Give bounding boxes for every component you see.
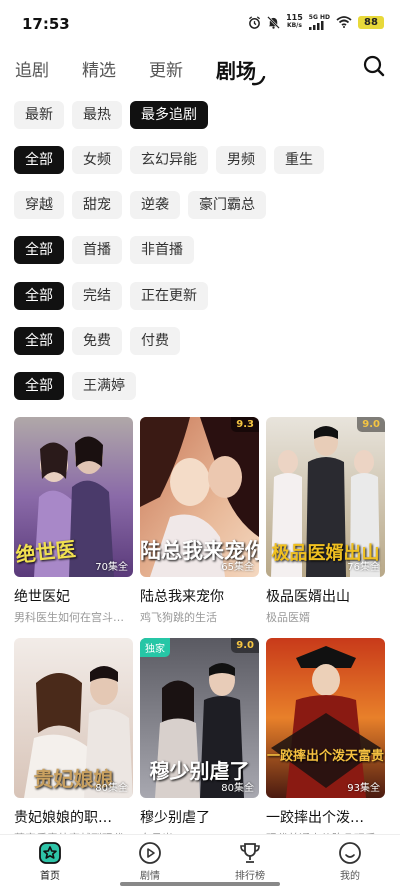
rating-badge: 9.3 — [231, 417, 259, 432]
profile-icon — [339, 842, 361, 864]
genre-all-chip[interactable]: 全部 — [14, 146, 64, 174]
search-icon — [363, 55, 385, 77]
genre-filter-row-2: 穿越 甜宠 逆袭 豪门霸总 — [14, 191, 266, 219]
drama-card[interactable]: 极品医婿出山 9.0 76集全 极品医婿出山 极品医婿 — [266, 417, 385, 625]
tab-theater[interactable]: 剧场 — [216, 58, 266, 86]
drama-subtitle: 男科医生如何在宫斗中… — [14, 611, 133, 624]
nav-home-label: 首页 — [40, 871, 60, 882]
premiere-first-chip[interactable]: 首播 — [72, 236, 122, 264]
poster-art — [266, 638, 385, 798]
drama-poster[interactable]: 穆少别虐了 独家 9.0 80集全 — [140, 638, 259, 798]
net-speed-unit: KB/s — [286, 22, 302, 29]
pay-free-chip[interactable]: 免费 — [72, 327, 122, 355]
active-tab-indicator — [252, 76, 266, 86]
poster-title: 一跤摔出个泼天富贵 — [266, 749, 384, 764]
home-indicator[interactable] — [120, 882, 280, 886]
genre-male-chip[interactable]: 男频 — [216, 146, 266, 174]
drama-subtitle: 极品医婿 — [266, 611, 310, 624]
nav-home[interactable]: 首页 — [0, 835, 100, 889]
genre-female-chip[interactable]: 女频 — [72, 146, 122, 174]
premiere-filter-row: 全部 首播 非首播 — [14, 236, 194, 264]
drama-poster[interactable]: 绝世医 70集全 — [14, 417, 133, 577]
drama-card[interactable]: 一跤摔出个泼天富贵 93集全 一跤摔出个泼… 现代普通小伙陈凡玩手 — [266, 638, 385, 846]
drama-title: 贵妃娘娘的职… — [14, 810, 112, 826]
premiere-non-first-chip[interactable]: 非首播 — [130, 236, 194, 264]
status-all-chip[interactable]: 全部 — [14, 282, 64, 310]
nav-mine[interactable]: 我的 — [300, 835, 400, 889]
nav-mine-label: 我的 — [340, 871, 360, 882]
sort-hottest-chip[interactable]: 最热 — [72, 101, 122, 129]
drama-title: 一跤摔出个泼… — [266, 810, 364, 826]
net-speed-value: 115 — [286, 13, 303, 22]
status-bar: 17:53 115 KB/s 5G HD 88 — [0, 0, 400, 46]
episode-count: 70集全 — [95, 562, 128, 573]
search-button[interactable] — [362, 54, 386, 78]
genre-rebirth-chip[interactable]: 重生 — [274, 146, 324, 174]
actor-all-chip[interactable]: 全部 — [14, 372, 64, 400]
genre-sweet-chip[interactable]: 甜宠 — [72, 191, 122, 219]
drama-title: 穆少别虐了 — [140, 810, 210, 826]
drama-subtitle: 鸡飞狗跳的生活 — [140, 611, 217, 624]
drama-card[interactable]: 穆少别虐了 独家 9.0 80集全 穆少别虐了 白月光 — [140, 638, 259, 846]
tab-featured[interactable]: 精选 — [82, 58, 116, 84]
drama-title: 绝世医妃 — [14, 589, 70, 605]
pay-all-chip[interactable]: 全部 — [14, 327, 64, 355]
status-icons: 115 KB/s 5G HD 88 — [248, 14, 384, 30]
drama-poster[interactable]: 贵妃娘娘 80集全 — [14, 638, 133, 798]
drama-poster[interactable]: 陆总我来宠你 9.3 65集全 — [140, 417, 259, 577]
nav-ranking[interactable]: 排行榜 — [200, 835, 300, 889]
genre-fantasy-chip[interactable]: 玄幻异能 — [130, 146, 208, 174]
genre-ceo-chip[interactable]: 豪门霸总 — [188, 191, 266, 219]
status-time: 17:53 — [22, 15, 70, 33]
status-updating-chip[interactable]: 正在更新 — [130, 282, 208, 310]
episode-count: 76集全 — [347, 562, 380, 573]
pay-filter-row: 全部 免费 付费 — [14, 327, 180, 355]
drama-card[interactable]: 贵妃娘娘 80集全 贵妃娘娘的职… 幕容乐意外穿越到现代 — [14, 638, 133, 846]
mute-bell-icon — [267, 15, 280, 29]
sort-most-followed-chip[interactable]: 最多追剧 — [130, 101, 208, 129]
actor-wang-chip[interactable]: 王满婷 — [72, 372, 136, 400]
exclusive-badge: 独家 — [140, 638, 170, 657]
net-speed: 115 KB/s — [286, 14, 303, 30]
drama-card[interactable]: 陆总我来宠你 9.3 65集全 陆总我来宠你 鸡飞狗跳的生活 — [140, 417, 259, 625]
drama-poster[interactable]: 极品医婿出山 9.0 76集全 — [266, 417, 385, 577]
bottom-nav: 首页 剧情 排行榜 我的 — [0, 834, 400, 889]
play-circle-icon — [139, 842, 161, 864]
top-tabs: 追剧 精选 更新 剧场 — [15, 52, 289, 86]
episode-count: 65集全 — [221, 562, 254, 573]
status-filter-row: 全部 完结 正在更新 — [14, 282, 208, 310]
genre-filter-row-1: 全部 女频 玄幻异能 男频 重生 — [14, 146, 324, 174]
alarm-icon — [248, 15, 261, 29]
trophy-icon — [240, 843, 260, 863]
drama-title: 极品医婿出山 — [266, 589, 350, 605]
sort-filter-row: 最新 最热 最多追剧 — [14, 101, 208, 129]
rating-badge: 9.0 — [231, 638, 259, 653]
episode-count: 80集全 — [95, 783, 128, 794]
episode-count: 80集全 — [221, 783, 254, 794]
battery-icon: 88 — [358, 15, 384, 29]
wifi-icon — [336, 16, 352, 28]
episode-count: 93集全 — [347, 783, 380, 794]
tab-follow[interactable]: 追剧 — [15, 58, 49, 84]
drama-poster[interactable]: 一跤摔出个泼天富贵 93集全 — [266, 638, 385, 798]
tab-updates[interactable]: 更新 — [149, 58, 183, 84]
actor-filter-row: 全部 王满婷 — [14, 372, 136, 400]
rating-badge: 9.0 — [357, 417, 385, 432]
signal-icon: 5G HD — [308, 14, 330, 30]
nav-drama[interactable]: 剧情 — [100, 835, 200, 889]
nav-ranking-label: 排行榜 — [235, 871, 265, 882]
genre-comeback-chip[interactable]: 逆袭 — [130, 191, 180, 219]
sort-latest-chip[interactable]: 最新 — [14, 101, 64, 129]
pay-paid-chip[interactable]: 付费 — [130, 327, 180, 355]
drama-card[interactable]: 绝世医 70集全 绝世医妃 男科医生如何在宫斗中… — [14, 417, 133, 625]
tab-theater-label: 剧场 — [216, 59, 256, 83]
net-type: 5G HD — [308, 14, 330, 21]
premiere-all-chip[interactable]: 全部 — [14, 236, 64, 264]
drama-title: 陆总我来宠你 — [140, 589, 224, 605]
nav-drama-label: 剧情 — [140, 871, 160, 882]
status-finished-chip[interactable]: 完结 — [72, 282, 122, 310]
home-star-icon — [39, 842, 61, 864]
genre-time-travel-chip[interactable]: 穿越 — [14, 191, 64, 219]
